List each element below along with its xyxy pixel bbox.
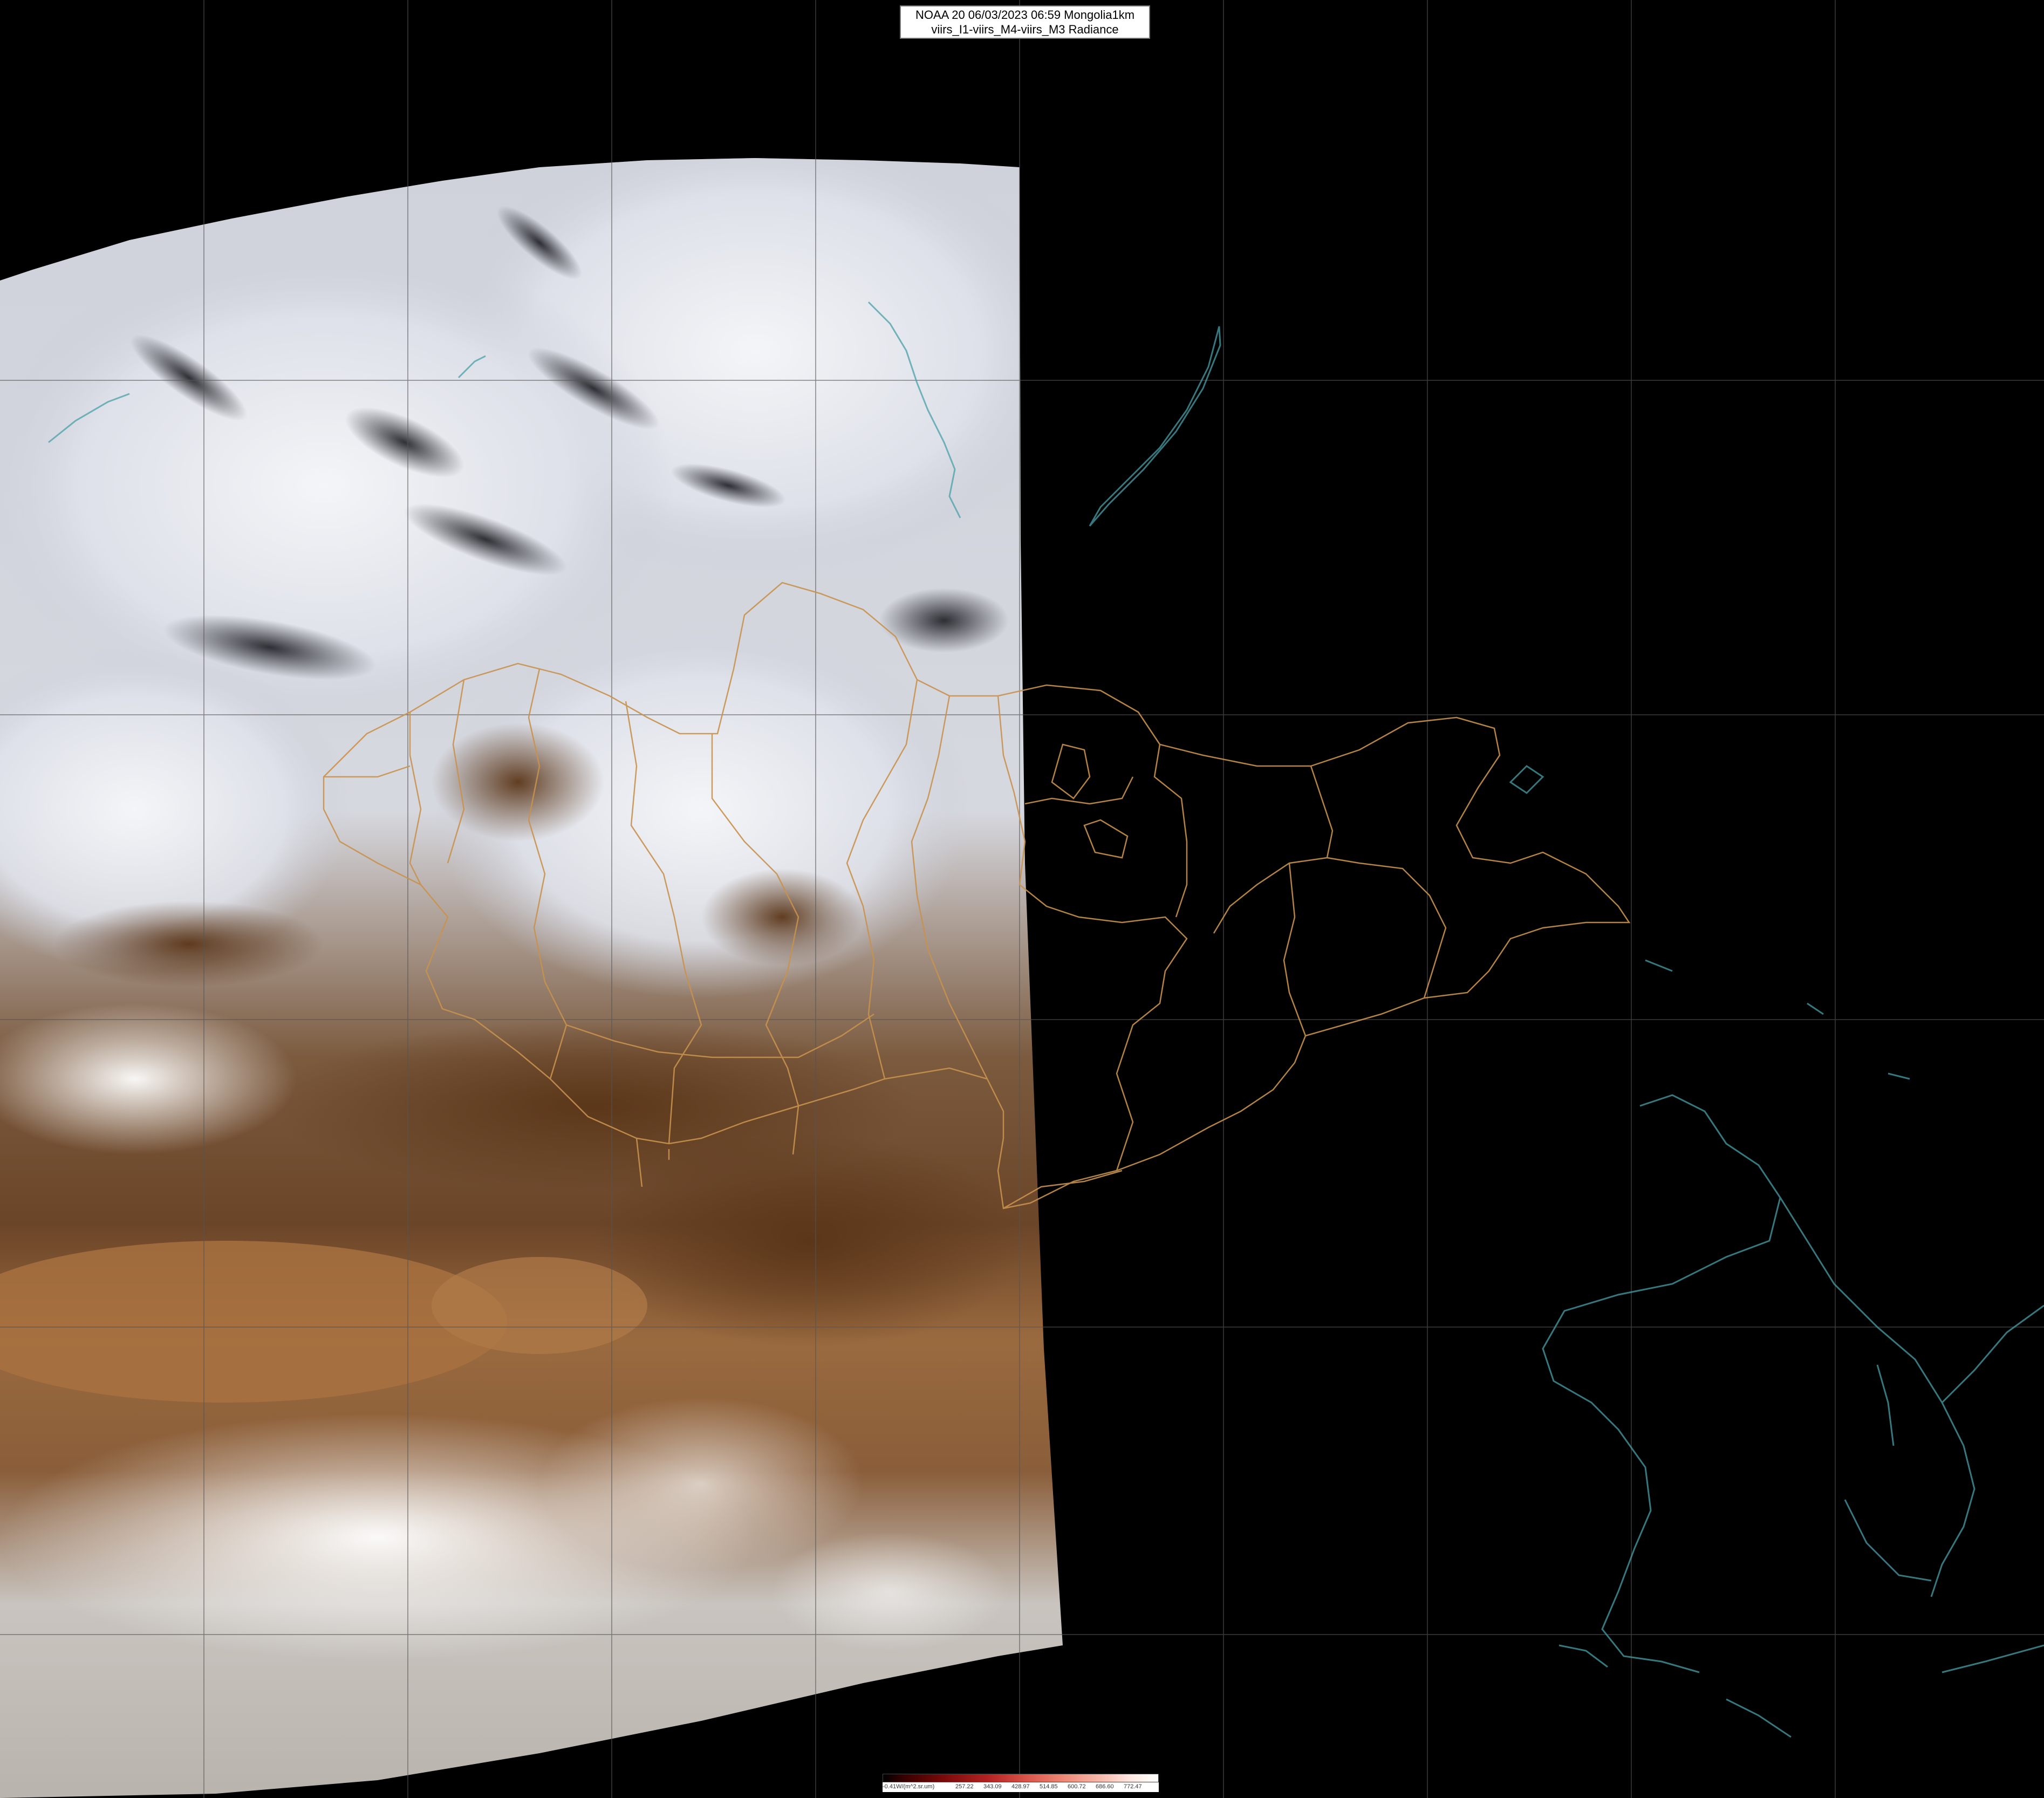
title-box: NOAA 20 06/03/2023 06:59 Mongolia1km vii…: [900, 5, 1150, 39]
legend-color-bar: [883, 1774, 1159, 1782]
legend-label: 257.22: [955, 1783, 974, 1790]
legend-label: 343.09: [983, 1783, 1002, 1790]
legend-label: 686.60: [1096, 1783, 1114, 1790]
title-line-2: viirs_I1-viirs_M4-viirs_M3 Radiance: [931, 23, 1119, 36]
legend-label: -0.41W/(m^2.sr.um): [883, 1783, 935, 1790]
satellite-swath: [0, 158, 1063, 1798]
legend-label: 600.72: [1068, 1783, 1086, 1790]
legend-label: 514.85: [1040, 1783, 1058, 1790]
satellite-map: [0, 0, 2044, 1798]
legend-label: 428.97: [1011, 1783, 1030, 1790]
title-line-1: NOAA 20 06/03/2023 06:59 Mongolia1km: [915, 8, 1135, 22]
legend-label: 772.47: [1124, 1783, 1142, 1790]
legend-ticks: -0.41W/(m^2.sr.um) 257.22 343.09 428.97 …: [883, 1782, 1159, 1792]
color-legend: -0.41W/(m^2.sr.um) 257.22 343.09 428.97 …: [883, 1774, 1159, 1792]
